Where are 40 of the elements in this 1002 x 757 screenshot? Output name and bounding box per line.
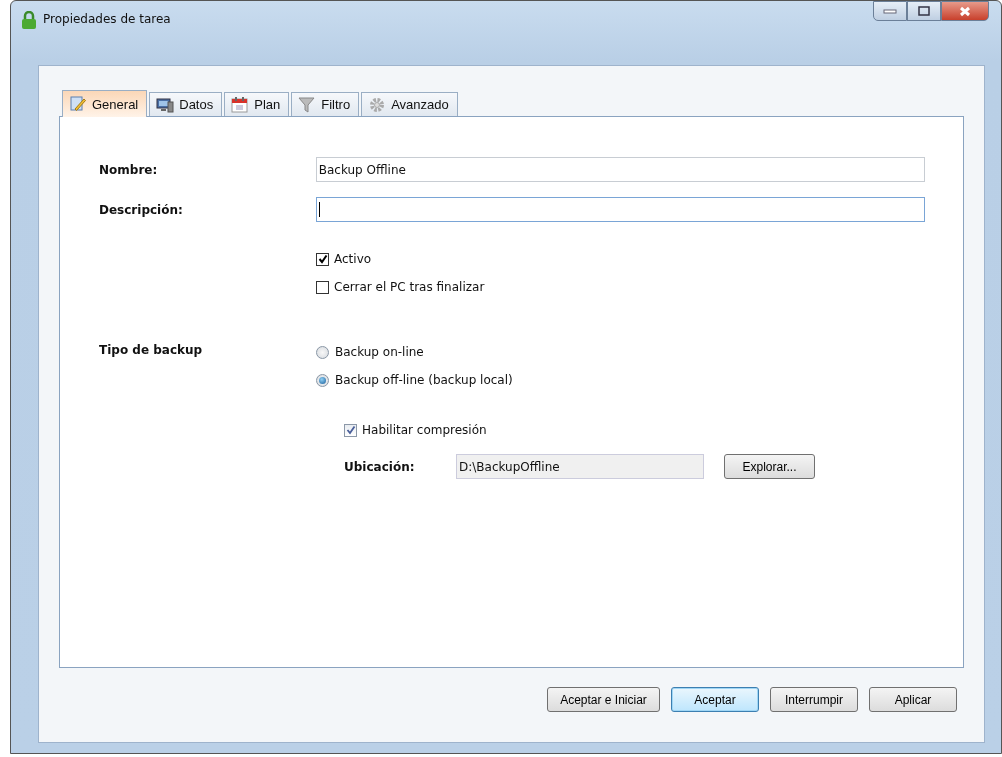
minimize-button[interactable] [873,1,907,21]
close-icon [959,5,971,17]
checkbox-label: Cerrar el PC tras finalizar [334,280,485,294]
maximize-icon [918,6,930,16]
dialog-button[interactable]: Aplicar [869,687,957,712]
radio-button[interactable] [316,345,329,359]
text-field[interactable]: Backup Offline [315,157,925,182]
field-label: Descripción: [99,202,184,217]
radio-label: Backup off-line (backup local) [335,373,513,387]
tab[interactable]: Filtro [291,92,360,116]
minimize-icon [883,8,897,14]
calendar-icon [231,95,250,114]
field-label: Nombre: [99,162,159,177]
computer-icon [156,95,175,114]
checkbox[interactable] [316,252,329,266]
radio-label: Backup on-line [335,345,424,359]
checkbox-label: Activo [334,252,372,266]
lock-icon [21,11,37,29]
checkbox[interactable] [316,280,329,294]
window-title: Propiedades de tarea [43,12,171,26]
field-label: Ubicación: [344,459,416,474]
pencil-icon [69,95,87,113]
checkbox-label: Habilitar compresión [362,423,487,437]
tab[interactable]: Avanzado [361,92,458,116]
tab[interactable]: Plan [224,92,290,116]
text-field[interactable] [315,197,925,222]
tab[interactable]: Datos [149,92,223,116]
dialog-button[interactable]: Interrumpir [770,687,858,712]
dialog-button[interactable]: Aceptar [671,687,759,712]
section-label: Tipo de backup [99,343,204,357]
gear-icon [368,95,387,114]
radio-button[interactable] [316,373,329,387]
path-field[interactable]: D:\BackupOffline [456,454,704,479]
checkbox[interactable] [344,423,357,437]
funnel-icon [298,95,317,114]
browse-button[interactable]: Explorar... [724,454,815,479]
maximize-button[interactable] [907,1,941,21]
close-button[interactable] [941,1,989,21]
dialog-button[interactable]: Aceptar e Iniciar [547,687,660,712]
tab[interactable]: General [62,90,148,117]
